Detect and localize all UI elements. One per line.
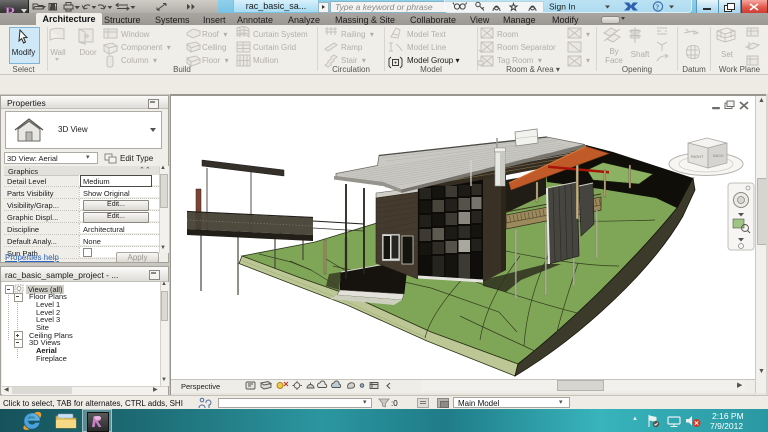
svg-text:Sign In: Sign In xyxy=(549,2,576,12)
svg-text:RIGHT: RIGHT xyxy=(691,154,704,159)
svg-text:BACK: BACK xyxy=(713,153,724,158)
svg-text:?: ? xyxy=(656,3,660,12)
